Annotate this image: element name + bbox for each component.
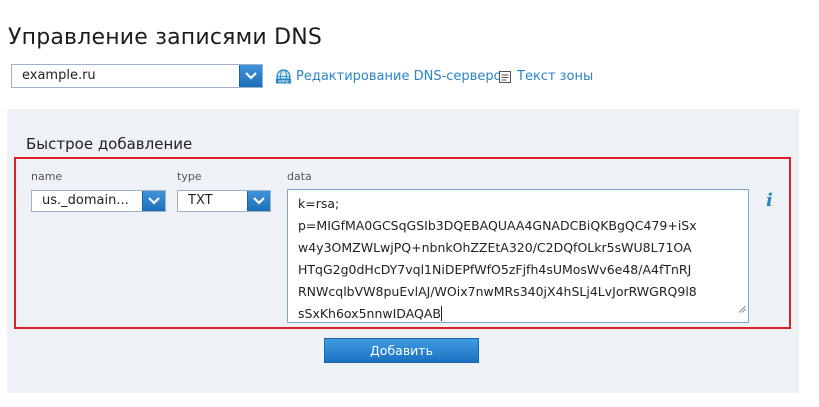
data-textarea[interactable]: k=rsa; p=MIGfMA0GCSqGSIb3DQEBAQUAA4GNADC… (287, 189, 749, 323)
info-icon[interactable]: i (766, 190, 773, 211)
svg-text:www: www (278, 79, 289, 84)
type-select-value: TXT (188, 193, 213, 208)
name-label: name (31, 170, 63, 183)
add-button[interactable]: Добавить (324, 338, 479, 363)
document-icon (498, 70, 512, 84)
domain-select-value: example.ru (22, 68, 96, 83)
zone-text-link[interactable]: Текст зоны (498, 69, 593, 84)
name-select[interactable]: us._domain... (31, 190, 166, 212)
data-line-last: sSxKh6ox5nnwIDAQAB (298, 303, 738, 322)
type-select[interactable]: TXT (177, 190, 271, 212)
data-label: data (287, 170, 312, 183)
data-line-text: sSxKh6ox5nnwIDAQAB (298, 306, 441, 321)
globe-www-icon: www (276, 69, 291, 84)
data-line: p=MIGfMA0GCSqGSIb3DQEBAQUAA4GNADCBiQKBgQ… (298, 218, 697, 233)
data-line: RNWcqlbVW8puEvlAJ/WOix7nwMRs340jX4hSLj4L… (298, 284, 697, 299)
domain-select[interactable]: example.ru (11, 64, 263, 88)
dns-servers-link-label: Редактирование DNS-серверов (296, 69, 510, 84)
chevron-down-icon[interactable] (247, 191, 270, 211)
resize-grip-icon[interactable] (738, 298, 746, 320)
data-line: k=rsa; (298, 196, 340, 211)
data-line: w4y3OMZWLwjPQ+nbnkOhZZEtA320/C2DQfOLkr5s… (298, 240, 692, 255)
name-select-value: us._domain... (42, 193, 129, 208)
chevron-down-icon[interactable] (142, 191, 165, 211)
page-title: Управление записями DNS (8, 24, 323, 50)
chevron-down-icon[interactable] (239, 65, 262, 87)
text-cursor (441, 306, 442, 321)
data-line: HTqG2g0dHcDY7vql1NiDEPfWfO5zFjfh4sUMosWv… (298, 262, 692, 277)
type-label: type (177, 170, 202, 183)
dns-servers-link[interactable]: www Редактирование DNS-серверов (276, 69, 509, 84)
quick-add-title: Быстрое добавление (26, 135, 193, 153)
zone-text-link-label: Текст зоны (517, 69, 594, 84)
